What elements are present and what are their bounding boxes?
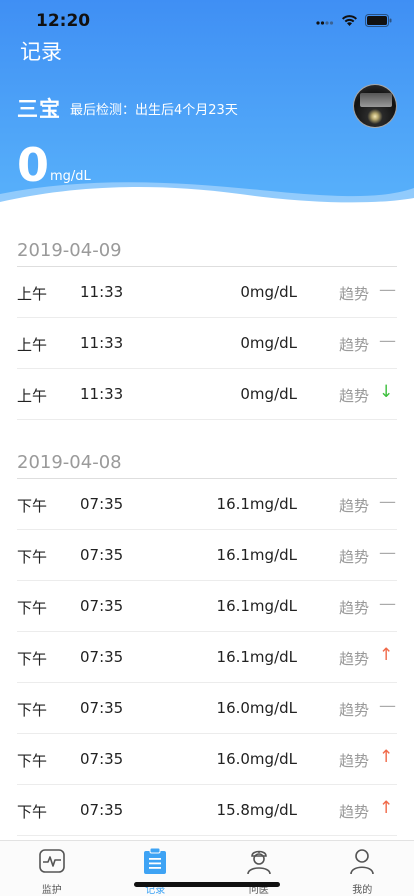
record-list[interactable]: 2019-04-09 上午 11:33 0mg/dL 趋势 — 上午 11:33 0mg/dL 趋… <box>0 230 414 836</box>
trend-flat-icon: — <box>379 594 396 614</box>
trend-down-icon: ↓ <box>379 382 394 402</box>
group-date: 2019-04-09 <box>17 230 397 267</box>
record-ampm: 下午 <box>17 650 48 668</box>
record-ampm: 上午 <box>17 285 48 303</box>
record-time: 07:35 <box>80 495 124 513</box>
record-time: 07:35 <box>80 699 124 717</box>
patient-name: 三宝 <box>17 97 61 121</box>
record-value: 0mg/dL <box>240 334 297 352</box>
trend-label: 趋势 <box>339 650 370 668</box>
home-indicator <box>134 882 280 887</box>
tab-label: 监护 <box>41 885 62 896</box>
record-ampm: 下午 <box>17 752 48 770</box>
last-check: 最后检测： 出生后4个月23天 <box>70 99 238 118</box>
status-time: 12:20 <box>36 11 91 31</box>
trend-label: 趋势 <box>339 803 370 821</box>
tab-bar: 监护 记录 问医我的 <box>0 840 414 896</box>
last-check-value: 出生后4个月23天 <box>135 103 238 118</box>
trend-label: 趋势 <box>339 336 370 354</box>
record-row[interactable]: 下午 07:35 16.1mg/dL 趋势 ↑ <box>17 632 397 683</box>
trend-label: 趋势 <box>339 548 370 566</box>
trend-label: 趋势 <box>339 701 370 719</box>
trend-flat-icon: — <box>379 280 396 300</box>
record-time: 11:33 <box>80 385 124 403</box>
doctor-icon <box>245 847 273 879</box>
record-value: 16.1mg/dL <box>216 495 297 513</box>
trend-label: 趋势 <box>339 387 370 405</box>
record-time: 07:35 <box>80 648 124 666</box>
record-row[interactable]: 下午 07:35 16.0mg/dL 趋势 — <box>17 683 397 734</box>
tab-profile[interactable]: 我的 <box>311 841 414 896</box>
wifi-icon <box>342 14 357 26</box>
trend-flat-icon: — <box>379 543 396 563</box>
record-row[interactable]: 下午 07:35 15.8mg/dL 趋势 ↑ <box>17 785 397 836</box>
record-time: 07:35 <box>80 597 124 615</box>
record-row[interactable]: 上午 11:33 0mg/dL 趋势 — <box>17 267 397 318</box>
monitor-icon <box>38 847 66 879</box>
record-value: 16.0mg/dL <box>216 699 297 717</box>
record-value: 0mg/dL <box>240 385 297 403</box>
trend-flat-icon: — <box>379 492 396 512</box>
clipboard-icon <box>141 847 169 879</box>
status-bar: 12:20 <box>0 0 414 44</box>
avatar[interactable] <box>353 84 397 128</box>
trend-flat-icon: — <box>379 331 396 351</box>
record-row[interactable]: 下午 07:35 16.1mg/dL 趋势 — <box>17 479 397 530</box>
record-row[interactable]: 下午 07:35 16.1mg/dL 趋势 — <box>17 581 397 632</box>
record-time: 07:35 <box>80 546 124 564</box>
header: 12:20 记录 三宝 最后检测： 出生后4个月23天 0 mg/dL <box>0 0 414 218</box>
record-value: 15.8mg/dL <box>216 801 297 819</box>
record-row[interactable]: 下午 07:35 16.1mg/dL 趋势 — <box>17 530 397 581</box>
tab-monitor[interactable]: 监护 <box>0 841 104 896</box>
record-row[interactable]: 下午 07:35 16.0mg/dL 趋势 ↑ <box>17 734 397 785</box>
tab-records[interactable]: 记录 <box>104 841 208 896</box>
trend-up-icon: ↑ <box>379 798 394 818</box>
header-wave <box>0 182 414 218</box>
record-time: 11:33 <box>80 283 124 301</box>
record-time: 07:35 <box>80 750 124 768</box>
record-ampm: 上午 <box>17 336 48 354</box>
trend-label: 趋势 <box>339 497 370 515</box>
record-ampm: 下午 <box>17 548 48 566</box>
record-ampm: 下午 <box>17 497 48 515</box>
trend-up-icon: ↑ <box>379 747 394 767</box>
trend-label: 趋势 <box>339 285 370 303</box>
signal-icon <box>316 21 334 25</box>
last-check-label: 最后检测： <box>70 103 136 118</box>
record-row[interactable]: 上午 11:33 0mg/dL 趋势 — <box>17 318 397 369</box>
trend-label: 趋势 <box>339 752 370 770</box>
record-value: 0mg/dL <box>240 283 297 301</box>
tab-doctor[interactable]: 问医 <box>207 841 311 896</box>
record-row[interactable]: 上午 11:33 0mg/dL 趋势 ↓ <box>17 369 397 420</box>
record-time: 11:33 <box>80 334 124 352</box>
record-ampm: 下午 <box>17 701 48 719</box>
record-value: 16.1mg/dL <box>216 546 297 564</box>
record-ampm: 下午 <box>17 599 48 617</box>
trend-label: 趋势 <box>339 599 370 617</box>
page-title: 记录 <box>20 40 62 64</box>
battery-icon <box>365 14 392 27</box>
record-value: 16.0mg/dL <box>216 750 297 768</box>
record-value: 16.1mg/dL <box>216 648 297 666</box>
tab-label: 我的 <box>352 885 373 896</box>
record-ampm: 上午 <box>17 387 48 405</box>
record-time: 07:35 <box>80 801 124 819</box>
status-icons <box>316 14 392 27</box>
trend-up-icon: ↑ <box>379 645 394 665</box>
trend-flat-icon: — <box>379 696 396 716</box>
profile-icon <box>348 847 376 879</box>
group-date: 2019-04-08 <box>17 442 397 479</box>
record-value: 16.1mg/dL <box>216 597 297 615</box>
record-ampm: 下午 <box>17 803 48 821</box>
